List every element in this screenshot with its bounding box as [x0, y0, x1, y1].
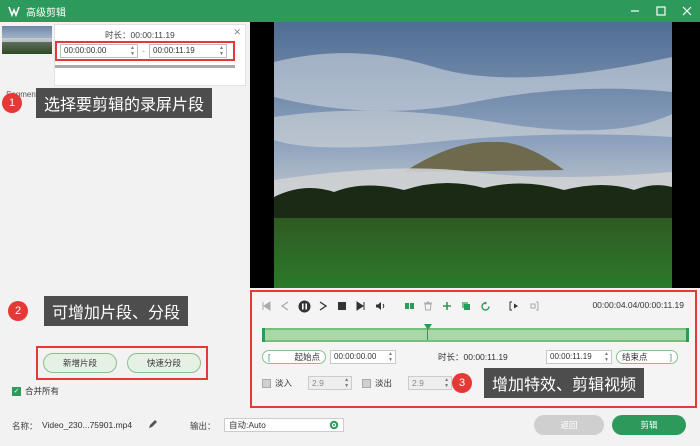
output-value: 自动:Auto — [229, 420, 266, 430]
toolbar: 00:00:04.04/00:00:11.19 — [258, 298, 688, 314]
time-readout: 00:00:04.04/00:00:11.19 — [592, 300, 684, 310]
clip-button[interactable]: 剪辑 — [612, 415, 686, 435]
output-label: 输出： — [190, 421, 216, 431]
merge-all-checkbox[interactable]: ✓ 合并所有 — [12, 385, 59, 397]
gear-icon[interactable] — [329, 420, 339, 430]
segment-start-value: 00:00:00.00 — [64, 46, 107, 55]
segment-card: 时长：00:00:11.19 ✕ 00:00:00.00 ▲ ▼ - 00:00:… — [54, 24, 246, 86]
callout-1: 1 选择要剪辑的录屏片段 — [2, 88, 213, 118]
add-segment-button[interactable]: 新增片段 — [43, 353, 117, 373]
end-point-label: 结束点 — [622, 352, 648, 362]
start-point-label: 起始点 — [294, 352, 320, 362]
fade-out-spinner-icon[interactable]: ▲ ▼ — [444, 377, 449, 389]
end-time-input[interactable]: 00:00:11.19 ▲ ▼ — [546, 350, 612, 364]
callout-3: 3 增加特效、剪辑视频 — [452, 368, 645, 398]
segment-panel: 时长：00:00:11.19 ✕ 00:00:00.00 ▲ ▼ - 00:00:… — [0, 22, 250, 408]
start-time-spinner-icon[interactable]: ▲ ▼ — [388, 351, 393, 363]
fade-out-checkbox[interactable] — [362, 378, 372, 388]
start-time-value: 00:00:00.00 — [334, 352, 377, 361]
segment-progress-bar — [55, 65, 235, 68]
step-forward-icon[interactable] — [315, 298, 331, 314]
maximize-icon[interactable] — [654, 4, 668, 18]
playhead-line — [427, 330, 428, 340]
stop-icon[interactable] — [334, 298, 350, 314]
add-icon[interactable] — [439, 298, 455, 314]
fade-in-spinner-icon[interactable]: ▲ ▼ — [344, 377, 349, 389]
fade-out-value: 2.9 — [412, 378, 424, 388]
playhead-marker[interactable] — [424, 324, 432, 330]
fade-in-value: 2.9 — [312, 378, 324, 388]
window-title: 高级剪辑 — [26, 7, 66, 19]
fade-out-label: 淡出 — [375, 378, 393, 388]
end-point-button[interactable]: 结束点 ] — [616, 350, 678, 364]
fade-in-label: 淡入 — [275, 378, 293, 388]
reset-icon[interactable] — [477, 298, 493, 314]
split-icon[interactable] — [401, 298, 417, 314]
checkbox-checked-icon[interactable]: ✓ — [12, 386, 21, 396]
step-back-icon[interactable] — [277, 298, 293, 314]
video-frame — [274, 22, 672, 288]
quick-split-button[interactable]: 快速分段 — [127, 353, 201, 373]
merge-all-label: 合并所有 — [25, 386, 60, 396]
copy-icon[interactable] — [458, 298, 474, 314]
segment-time-range: 00:00:00.00 ▲ ▼ - 00:00:11.19 ▲ ▼ — [55, 41, 235, 61]
start-bracket: [ — [268, 352, 271, 362]
mark-out-icon[interactable] — [525, 298, 541, 314]
volume-icon[interactable] — [372, 298, 388, 314]
bottom-bar: 名称： Video_230...75901.mp4 输出： 自动:Auto 返回… — [0, 408, 700, 446]
fade-row: 淡入 2.9 ▲ ▼ 淡出 2.9 ▲ ▼ — [262, 376, 453, 390]
segment-close-icon[interactable]: ✕ — [233, 27, 241, 38]
end-time-spinner-icon[interactable]: ▲ ▼ — [604, 351, 609, 363]
segment-end-input[interactable]: 00:00:11.19 ▲ ▼ — [149, 44, 227, 58]
rename-icon[interactable] — [148, 419, 158, 431]
back-button[interactable]: 返回 — [534, 415, 604, 435]
fade-in-input[interactable]: 2.9 ▲ ▼ — [308, 376, 353, 390]
start-point-button[interactable]: [ 起始点 — [262, 350, 326, 364]
callout-number: 3 — [452, 373, 472, 393]
skip-start-icon[interactable] — [258, 298, 274, 314]
name-label: 名称： — [12, 421, 38, 431]
range-row: [ 起始点 00:00:00.00 ▲ ▼ 时长：00:00:11.19 00:0… — [262, 350, 689, 364]
close-icon[interactable] — [680, 4, 694, 18]
delete-icon[interactable] — [420, 298, 436, 314]
segment-start-input[interactable]: 00:00:00.00 ▲ ▼ — [60, 44, 138, 58]
segment-thumbnail[interactable] — [2, 26, 52, 54]
start-time-input[interactable]: 00:00:00.00 ▲ ▼ — [330, 350, 396, 364]
timeline-track[interactable] — [262, 324, 689, 342]
callout-text: 增加特效、剪辑视频 — [484, 368, 645, 398]
range-duration: 时长：00:00:11.19 — [438, 352, 508, 362]
track-end-handle[interactable] — [686, 328, 689, 342]
callout-number: 1 — [2, 93, 22, 113]
segment-duration: 时长：00:00:11.19 — [105, 30, 175, 40]
track-start-handle[interactable] — [262, 328, 265, 342]
fade-in-checkbox[interactable] — [262, 378, 271, 388]
segment-separator: - — [142, 46, 145, 56]
callout-number: 2 — [8, 301, 28, 321]
pause-icon[interactable] — [296, 298, 312, 314]
title-bar: 高级剪辑 — [0, 0, 700, 22]
segment-end-value: 00:00:11.19 — [153, 46, 195, 55]
end-bracket: ] — [669, 352, 672, 362]
app-logo-icon — [6, 3, 22, 19]
callout-text: 选择要剪辑的录屏片段 — [36, 88, 213, 118]
output-select[interactable]: 自动:Auto — [224, 418, 344, 432]
edit-controls: 00:00:04.04/00:00:11.19 [ 起始点 00:00:00.0… — [250, 290, 697, 408]
callout-text: 可增加片段、分段 — [44, 296, 189, 326]
video-preview[interactable] — [250, 22, 700, 288]
end-spinner-icon[interactable]: ▲ ▼ — [219, 45, 224, 57]
callout-2: 2 可增加片段、分段 — [8, 296, 189, 326]
minimize-icon[interactable] — [628, 4, 642, 18]
mark-in-icon[interactable] — [506, 298, 522, 314]
start-spinner-icon[interactable]: ▲ ▼ — [130, 45, 135, 57]
file-name: Video_230...75901.mp4 — [42, 420, 133, 430]
fade-out-input[interactable]: 2.9 ▲ ▼ — [408, 376, 453, 390]
skip-end-icon[interactable] — [353, 298, 369, 314]
end-time-value: 00:00:11.19 — [550, 352, 592, 361]
segment-buttons: 新增片段 快速分段 — [36, 346, 208, 380]
